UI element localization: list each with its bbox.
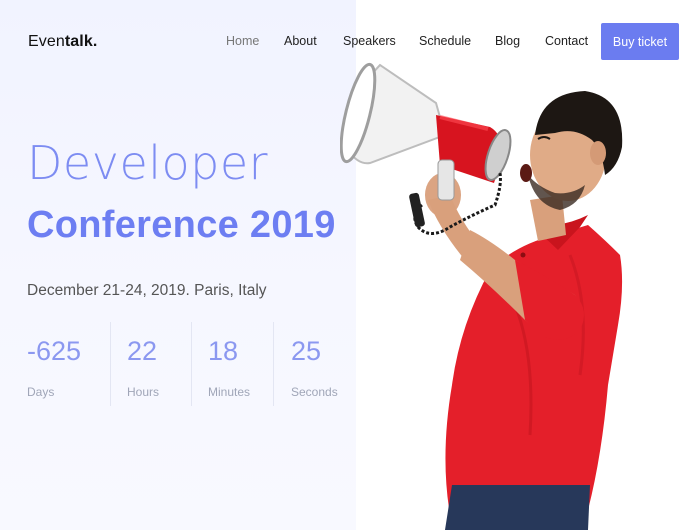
countdown-divider	[191, 322, 192, 406]
nav-speakers[interactable]: Speakers	[343, 34, 396, 48]
countdown-minutes-label: Minutes	[208, 385, 251, 399]
countdown-timer: -625 Days 22 Hours 18 Minutes 25 Seconds	[0, 322, 356, 406]
countdown-seconds-value: 25	[291, 336, 322, 366]
site-logo[interactable]: Eventalk.	[28, 33, 97, 51]
hero-title-line1: Developer	[27, 136, 269, 190]
nav-home[interactable]: Home	[226, 34, 259, 48]
countdown-seconds-label: Seconds	[291, 385, 338, 399]
nav-contact[interactable]: Contact	[545, 34, 588, 48]
countdown-days-value: -625	[27, 336, 82, 366]
countdown-hours-value: 22	[127, 336, 158, 366]
countdown-divider	[110, 322, 111, 406]
logo-text-light: Even	[28, 33, 65, 50]
countdown-days-label: Days	[27, 385, 55, 399]
event-date-location: December 21-24, 2019. Paris, Italy	[27, 282, 267, 299]
countdown-divider	[273, 322, 274, 406]
countdown-minutes-value: 18	[208, 336, 239, 366]
hero-background-panel	[0, 0, 356, 530]
nav-about[interactable]: About	[284, 34, 317, 48]
countdown-hours-label: Hours	[127, 385, 160, 399]
hero-title-line2: Conference 2019	[27, 204, 336, 246]
nav-schedule[interactable]: Schedule	[419, 34, 471, 48]
logo-text-bold: talk.	[64, 33, 98, 50]
hero-photo-man-with-megaphone	[340, 62, 623, 530]
nav-blog[interactable]: Blog	[495, 34, 520, 48]
